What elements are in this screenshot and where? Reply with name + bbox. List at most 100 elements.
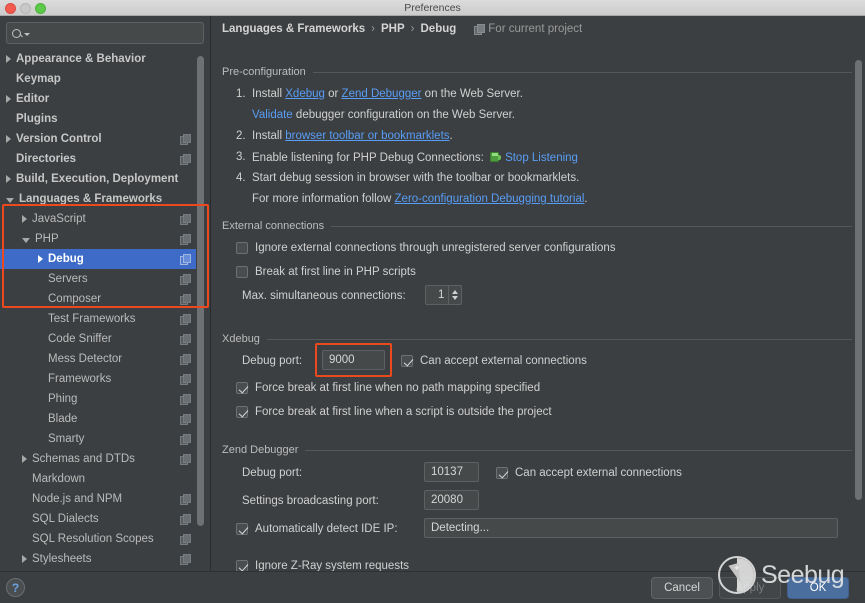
zend-ide-ip-input[interactable] xyxy=(424,518,838,538)
search-field[interactable] xyxy=(6,22,204,44)
sidebar-item-build-execution-deployment[interactable]: Build, Execution, Deployment xyxy=(0,169,196,189)
chevron-down-icon[interactable] xyxy=(22,237,30,243)
zend-ignore-zray-row[interactable]: Ignore Z-Ray system requests xyxy=(236,560,409,571)
copy-settings-icon[interactable] xyxy=(180,534,191,545)
sidebar-item-version-control[interactable]: Version Control xyxy=(0,129,196,149)
chevron-right-icon[interactable] xyxy=(22,455,27,463)
sidebar-item-stylesheets[interactable]: Stylesheets xyxy=(0,549,196,569)
sidebar-item-keymap[interactable]: Keymap xyxy=(0,69,196,89)
xdebug-link[interactable]: Xdebug xyxy=(285,88,325,100)
xdebug-can-accept-checkbox[interactable] xyxy=(401,355,413,367)
sidebar-item-frameworks[interactable]: Frameworks xyxy=(0,369,196,389)
copy-settings-icon[interactable] xyxy=(180,214,191,225)
max-connections-value[interactable]: 1 xyxy=(426,286,448,304)
sidebar-item-sql-resolution-scopes[interactable]: SQL Resolution Scopes xyxy=(0,529,196,549)
xdebug-can-accept-row[interactable]: Can accept external connections xyxy=(401,355,587,367)
sidebar-item-javascript[interactable]: JavaScript xyxy=(0,209,196,229)
cancel-button[interactable]: Cancel xyxy=(651,577,713,599)
copy-settings-icon[interactable] xyxy=(180,454,191,465)
sidebar-item-phing[interactable]: Phing xyxy=(0,389,196,409)
chevron-right-icon[interactable] xyxy=(6,95,11,103)
sidebar-item-php[interactable]: PHP xyxy=(0,229,196,249)
copy-settings-icon[interactable] xyxy=(180,234,191,245)
sidebar-item-blade[interactable]: Blade xyxy=(0,409,196,429)
sidebar-item-markdown[interactable]: Markdown xyxy=(0,469,196,489)
sidebar-item-schemas-and-dtds[interactable]: Schemas and DTDs xyxy=(0,449,196,469)
ok-button[interactable]: OK xyxy=(787,577,849,599)
chevron-down-icon[interactable] xyxy=(6,197,14,203)
stepper-down-icon[interactable] xyxy=(452,296,459,300)
sidebar-item-code-sniffer[interactable]: Code Sniffer xyxy=(0,329,196,349)
sidebar-item-plugins[interactable]: Plugins xyxy=(0,109,196,129)
breadcrumb-debug[interactable]: Debug xyxy=(421,23,457,35)
break-first-line-row[interactable]: Break at first line in PHP scripts xyxy=(236,266,416,278)
xdebug-force-outside-project-checkbox[interactable] xyxy=(236,406,248,418)
zend-can-accept-checkbox[interactable] xyxy=(496,467,508,479)
copy-settings-icon[interactable] xyxy=(180,134,191,145)
sidebar-item-node-js-and-npm[interactable]: Node.js and NPM xyxy=(0,489,196,509)
zend-auto-detect-checkbox[interactable] xyxy=(236,523,248,535)
chevron-right-icon[interactable] xyxy=(22,555,27,563)
search-input[interactable] xyxy=(30,26,190,40)
zend-port-input[interactable] xyxy=(424,462,479,482)
validate-link[interactable]: Validate xyxy=(252,109,293,121)
copy-settings-icon[interactable] xyxy=(180,334,191,345)
ignore-unregistered-checkbox[interactable] xyxy=(236,242,248,254)
apply-button[interactable]: Apply xyxy=(719,577,781,599)
xdebug-port-input[interactable] xyxy=(322,350,385,370)
copy-settings-icon[interactable] xyxy=(180,514,191,525)
copy-settings-icon[interactable] xyxy=(180,274,191,285)
breadcrumb-languages[interactable]: Languages & Frameworks xyxy=(222,23,365,35)
copy-settings-icon[interactable] xyxy=(180,154,191,165)
xdebug-force-outside-project-row[interactable]: Force break at first line when a script … xyxy=(236,406,552,418)
sidebar-item-sql-dialects[interactable]: SQL Dialects xyxy=(0,509,196,529)
copy-settings-icon[interactable] xyxy=(180,354,191,365)
chevron-right-icon[interactable] xyxy=(38,255,43,263)
main-scrollbar-thumb[interactable] xyxy=(855,60,862,500)
breadcrumb-php[interactable]: PHP xyxy=(381,23,405,35)
break-first-line-checkbox[interactable] xyxy=(236,266,248,278)
sidebar-item-servers[interactable]: Servers xyxy=(0,269,196,289)
sidebar-item-test-frameworks[interactable]: Test Frameworks xyxy=(0,309,196,329)
chevron-right-icon[interactable] xyxy=(6,55,11,63)
zend-ignore-zray-checkbox[interactable] xyxy=(236,560,248,571)
copy-settings-icon[interactable] xyxy=(180,294,191,305)
settings-tree[interactable]: Appearance & Behavior Keymap Editor Plugins… xyxy=(0,49,196,571)
stepper-up-icon[interactable] xyxy=(452,290,459,294)
zend-auto-detect-row[interactable]: Automatically detect IDE IP: xyxy=(236,523,398,535)
help-icon[interactable]: ? xyxy=(6,578,25,597)
copy-settings-icon[interactable] xyxy=(180,494,191,505)
copy-settings-icon[interactable] xyxy=(180,394,191,405)
zend-can-accept-row[interactable]: Can accept external connections xyxy=(496,467,682,479)
sidebar-item-editor[interactable]: Editor xyxy=(0,89,196,109)
stop-listening-link[interactable]: Stop Listening xyxy=(505,152,578,164)
copy-settings-icon[interactable] xyxy=(180,254,191,265)
sidebar-scrollbar[interactable] xyxy=(197,56,204,546)
copy-settings-icon[interactable] xyxy=(180,554,191,565)
max-connections-spinner-buttons[interactable] xyxy=(448,286,461,304)
sidebar-item-mess-detector[interactable]: Mess Detector xyxy=(0,349,196,369)
zend-debugger-link[interactable]: Zend Debugger xyxy=(342,88,422,100)
sidebar-item-debug[interactable]: Debug xyxy=(0,249,196,269)
max-connections-stepper[interactable]: 1 xyxy=(425,285,462,305)
copy-settings-icon[interactable] xyxy=(180,414,191,425)
sidebar-scrollbar-thumb[interactable] xyxy=(197,56,204,526)
chevron-right-icon[interactable] xyxy=(22,215,27,223)
copy-settings-icon[interactable] xyxy=(180,314,191,325)
copy-settings-icon[interactable] xyxy=(180,434,191,445)
chevron-right-icon[interactable] xyxy=(6,135,11,143)
ignore-unregistered-row[interactable]: Ignore external connections through unre… xyxy=(236,242,616,254)
xdebug-force-no-mapping-row[interactable]: Force break at first line when no path m… xyxy=(236,382,540,394)
chevron-right-icon[interactable] xyxy=(6,175,11,183)
copy-settings-icon[interactable] xyxy=(180,374,191,385)
sidebar-item-smarty[interactable]: Smarty xyxy=(0,429,196,449)
sidebar-item-directories[interactable]: Directories xyxy=(0,149,196,169)
zend-broadcast-input[interactable] xyxy=(424,490,479,510)
sidebar-item-languages-frameworks[interactable]: Languages & Frameworks xyxy=(0,189,196,209)
zero-config-tutorial-link[interactable]: Zero-configuration Debugging tutorial xyxy=(395,193,585,205)
xdebug-force-no-mapping-checkbox[interactable] xyxy=(236,382,248,394)
main-scrollbar[interactable] xyxy=(855,60,862,565)
sidebar-item-composer[interactable]: Composer xyxy=(0,289,196,309)
browser-toolbar-link[interactable]: browser toolbar or bookmarklets xyxy=(285,130,449,142)
sidebar-item-appearance-behavior[interactable]: Appearance & Behavior xyxy=(0,49,196,69)
